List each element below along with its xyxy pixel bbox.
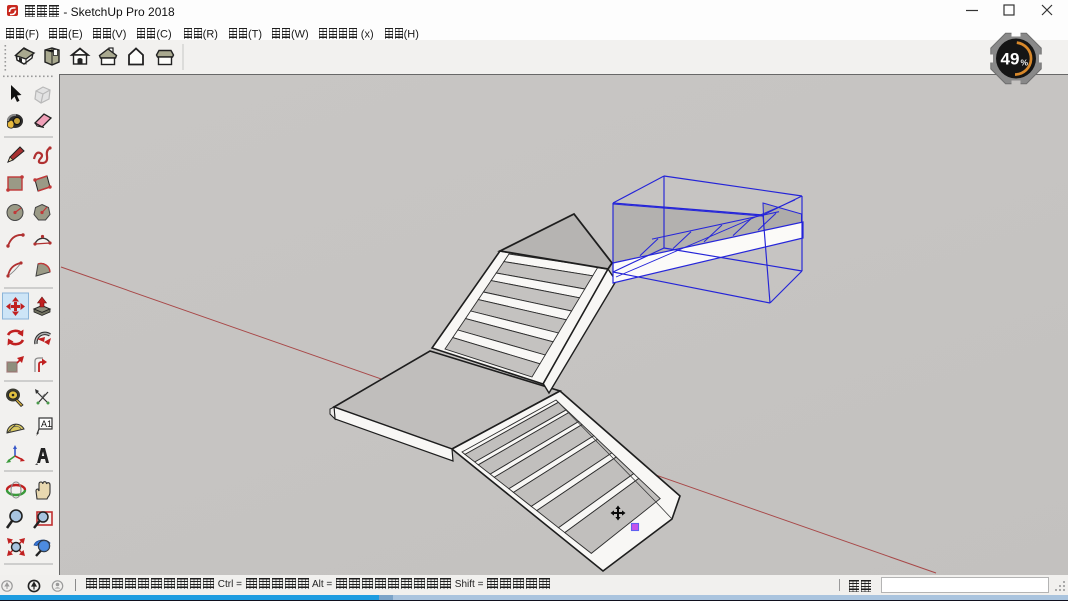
svg-text:%: % (1021, 58, 1029, 68)
svg-text:A1: A1 (41, 419, 52, 429)
svg-text:49: 49 (1001, 50, 1020, 69)
